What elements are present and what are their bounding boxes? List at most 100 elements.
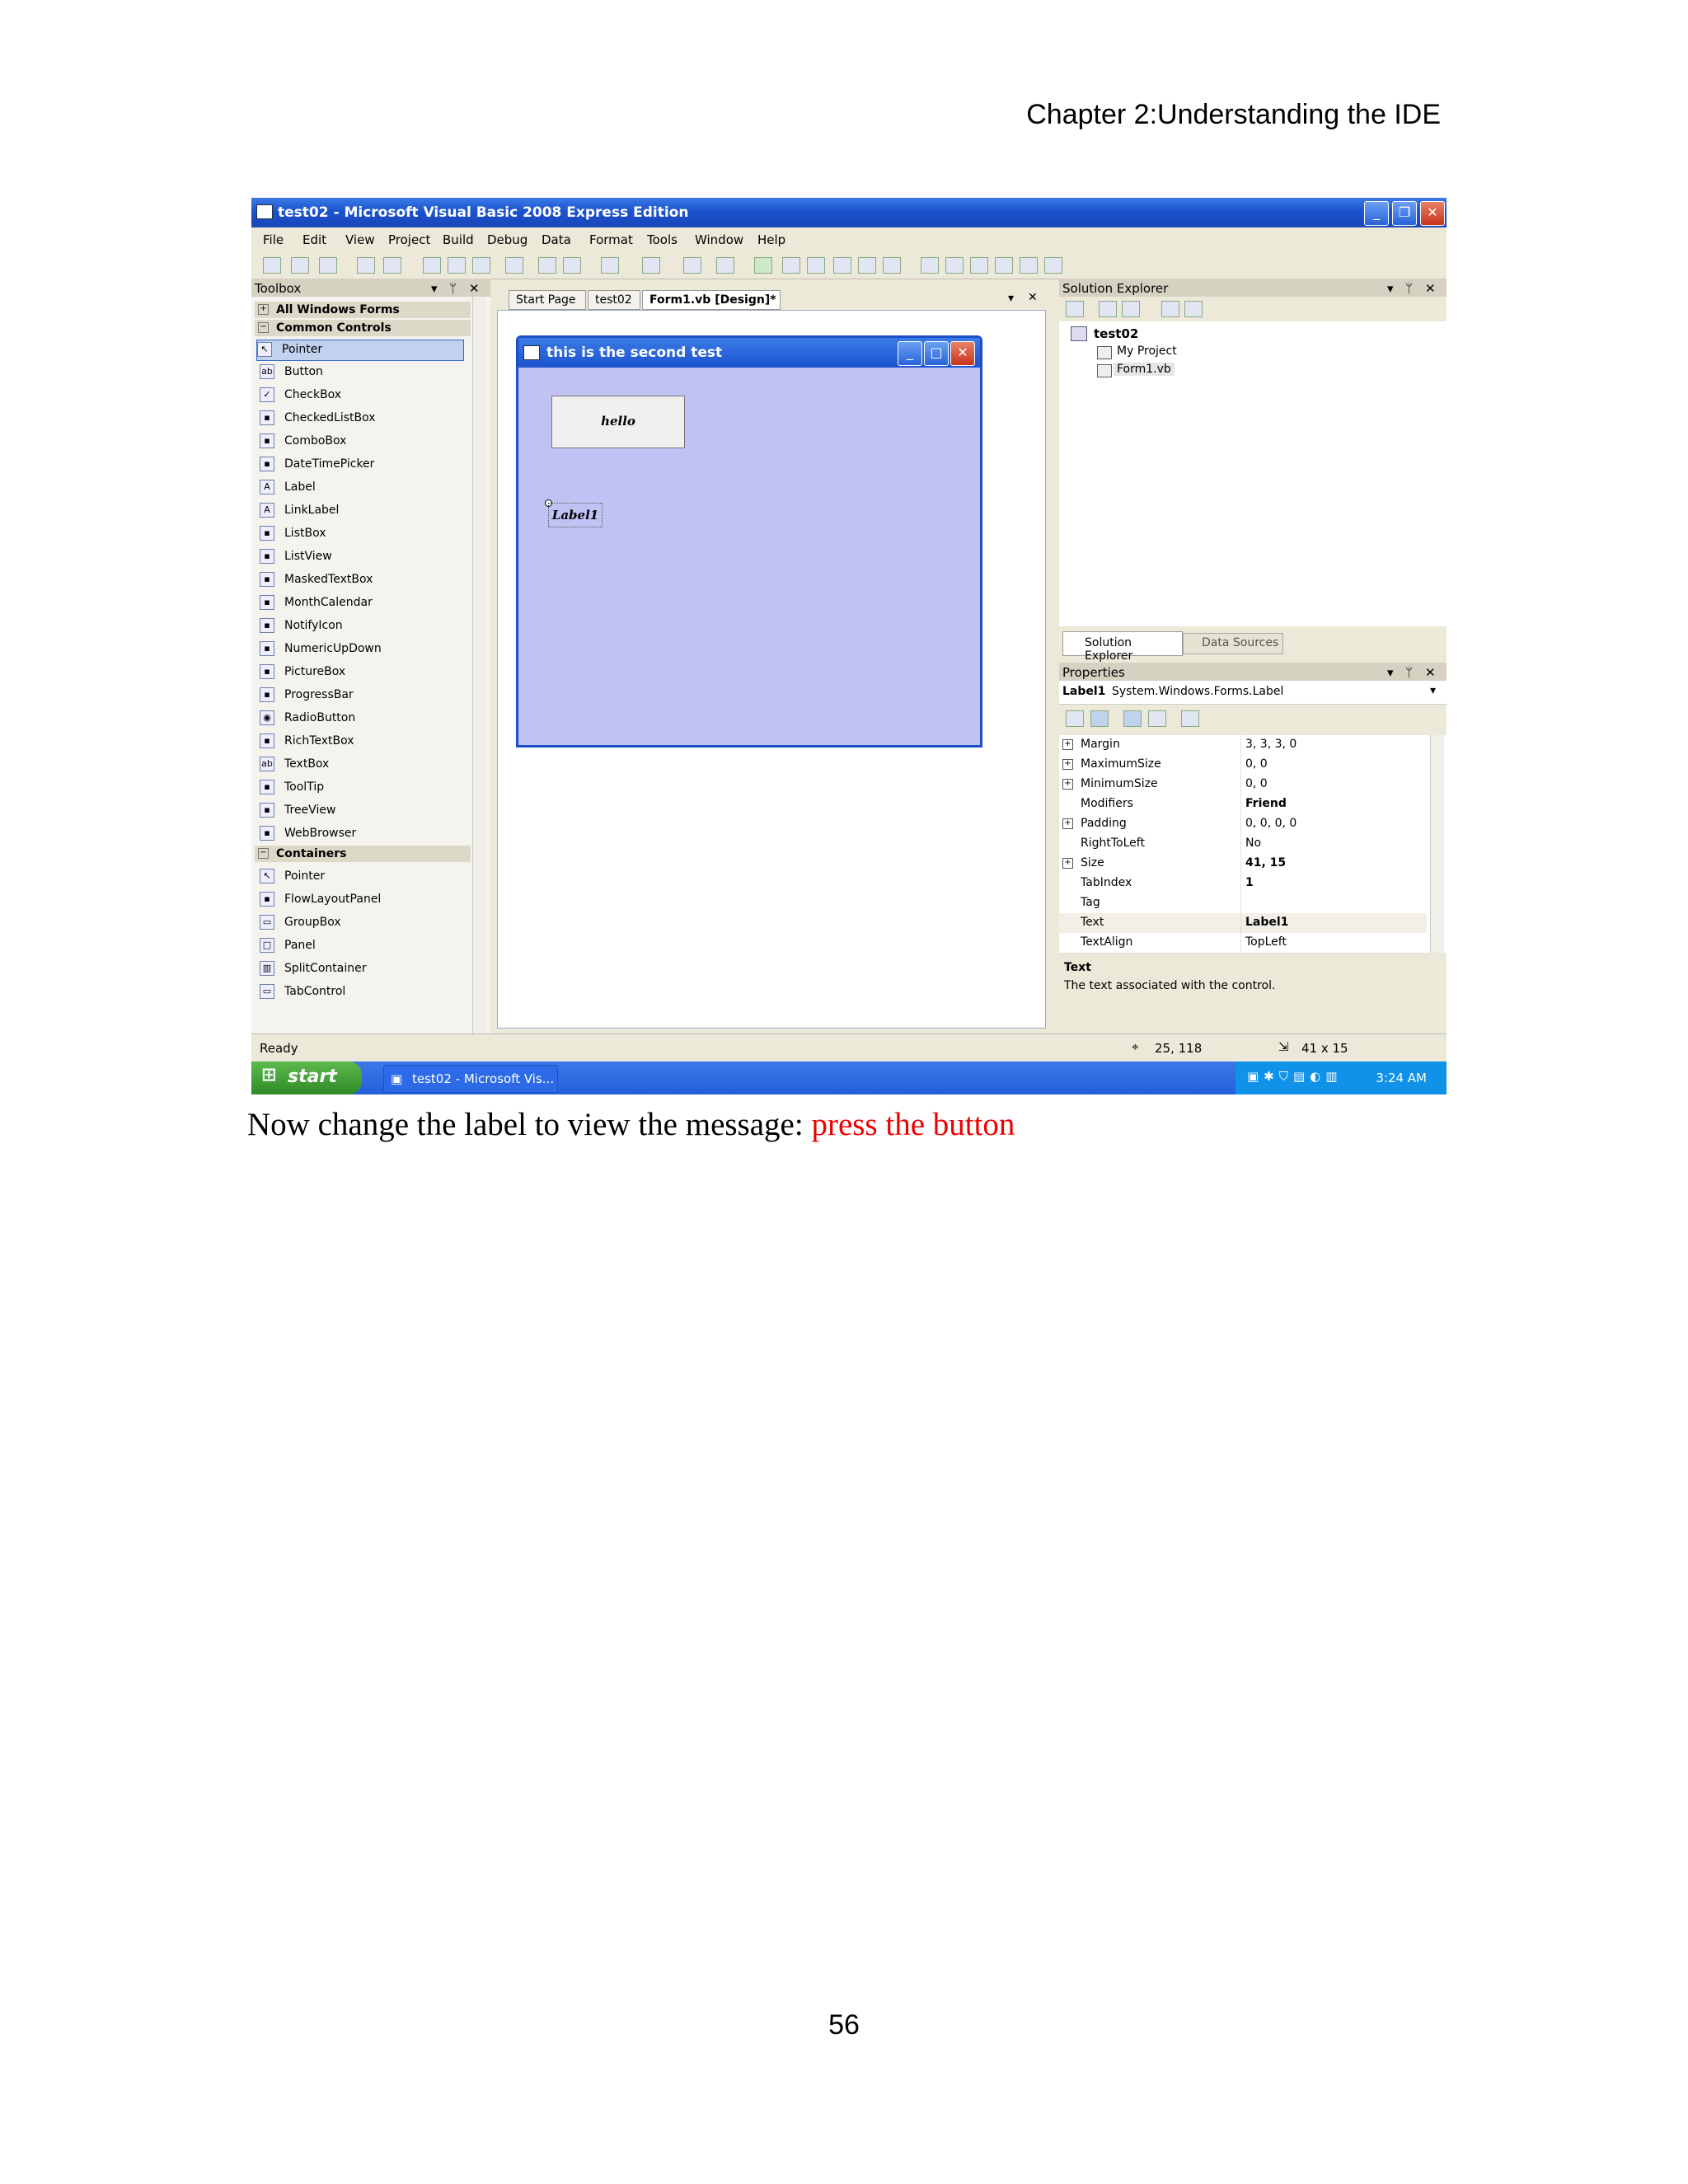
properties-close-icon[interactable]: ✕: [1425, 665, 1436, 680]
save-icon[interactable]: [357, 257, 375, 274]
property-value[interactable]: No: [1245, 837, 1261, 850]
toolbox-item-listview[interactable]: ▪ ListView: [260, 547, 466, 567]
expand-icon[interactable]: +: [1062, 739, 1073, 750]
add-item-icon[interactable]: [319, 257, 337, 274]
step-out-icon[interactable]: [883, 257, 901, 274]
paste-icon[interactable]: [472, 257, 490, 274]
properties-scrollbar[interactable]: [1430, 735, 1444, 953]
cut-icon[interactable]: [423, 257, 441, 274]
properties-view-icon[interactable]: [1123, 710, 1142, 727]
property-value[interactable]: 0, 0, 0, 0: [1245, 817, 1296, 830]
menu-data[interactable]: Data: [542, 232, 571, 247]
pause-icon[interactable]: [782, 257, 800, 274]
minimize-button[interactable]: _: [1364, 201, 1389, 226]
toolbox-item-checkedlistbox[interactable]: ▪ CheckedListBox: [260, 409, 466, 429]
toolbox-pin-icon[interactable]: ᛘ: [449, 281, 457, 296]
menu-format[interactable]: Format: [589, 232, 633, 247]
sol-show-all-icon[interactable]: [1099, 301, 1117, 317]
toolbox-item-splitcontainer[interactable]: ▥ SplitContainer: [260, 959, 466, 979]
undo-icon[interactable]: [601, 257, 619, 274]
open-icon[interactable]: [291, 257, 309, 274]
categorized-icon[interactable]: [1066, 710, 1084, 727]
events-icon[interactable]: [1148, 710, 1166, 727]
toolbox-category[interactable]: + All Windows Forms: [255, 302, 471, 318]
property-row[interactable]: + MinimumSize 0, 0: [1059, 775, 1427, 795]
sol-view-designer-icon[interactable]: [1184, 301, 1203, 317]
toolbox-category[interactable]: − Containers: [255, 846, 471, 862]
property-row[interactable]: TextAlign TopLeft: [1059, 933, 1427, 954]
solution-close-icon[interactable]: ✕: [1425, 281, 1436, 296]
toolbox-item-richtextbox[interactable]: ▪ RichTextBox: [260, 732, 466, 752]
toolbox-item-pointer[interactable]: ↖ Pointer: [256, 340, 464, 361]
tab-test02[interactable]: test02: [588, 290, 640, 310]
menu-view[interactable]: View: [345, 232, 375, 247]
tab-solution-explorer[interactable]: Solution Explorer: [1062, 631, 1183, 663]
toolbox-icon[interactable]: [995, 257, 1013, 274]
taskbar-item-vb[interactable]: ▣ test02 - Microsoft Vis...: [383, 1065, 558, 1093]
property-row[interactable]: Text Label1: [1059, 913, 1427, 934]
toolbox-item-monthcalendar[interactable]: ▪ MonthCalendar: [260, 593, 466, 613]
toolbox-item-textbox[interactable]: ab TextBox: [260, 755, 466, 775]
menu-edit[interactable]: Edit: [302, 232, 326, 247]
property-value[interactable]: 1: [1245, 876, 1254, 889]
add-project-icon[interactable]: [263, 257, 281, 274]
toolbox-item-checkbox[interactable]: ✓ CheckBox: [260, 386, 466, 405]
toolbox-dropdown-icon[interactable]: ▾: [431, 281, 438, 296]
menu-window[interactable]: Window: [695, 232, 743, 247]
navigate-icon[interactable]: [683, 257, 701, 274]
toolbox-scrollbar[interactable]: [472, 297, 486, 1033]
solution-item-form1[interactable]: Form1.vb: [1114, 363, 1175, 376]
toolbox-item-combobox[interactable]: ▪ ComboBox: [260, 432, 466, 452]
property-value[interactable]: Friend: [1245, 797, 1287, 810]
toolbox-item-tooltip[interactable]: ▪ ToolTip: [260, 778, 466, 798]
toolbox-close-icon[interactable]: ✕: [469, 281, 480, 296]
restore-button[interactable]: ❐: [1392, 201, 1417, 226]
sol-properties-icon[interactable]: [1066, 301, 1084, 317]
toolbox-item-maskedtextbox[interactable]: ▪ MaskedTextBox: [260, 570, 466, 590]
window-icon[interactable]: [716, 257, 734, 274]
step-into-icon[interactable]: [833, 257, 851, 274]
tray-icons[interactable]: ▣✱⛉▤◐▥: [1247, 1069, 1342, 1084]
toolbox-item-treeview[interactable]: ▪ TreeView: [260, 801, 466, 821]
property-value[interactable]: 41, 15: [1245, 856, 1286, 869]
toolbox-item-groupbox[interactable]: ▭ GroupBox: [260, 913, 466, 933]
stop-icon[interactable]: [807, 257, 825, 274]
collapse-icon[interactable]: −: [258, 848, 269, 859]
property-row[interactable]: TabIndex 1: [1059, 874, 1427, 894]
solution-root[interactable]: test02: [1094, 326, 1138, 341]
start-debug-icon[interactable]: [754, 257, 772, 274]
toolbox-item-progressbar[interactable]: ▪ ProgressBar: [260, 686, 466, 705]
toolbox-item-pointer[interactable]: ↖ Pointer: [260, 867, 466, 887]
toolbox-item-webbrowser[interactable]: ▪ WebBrowser: [260, 824, 466, 844]
property-row[interactable]: RightToLeft No: [1059, 834, 1427, 855]
toolbox-item-picturebox[interactable]: ▪ PictureBox: [260, 663, 466, 682]
error-list-icon[interactable]: [1020, 257, 1038, 274]
toolbox-item-tabcontrol[interactable]: ▭ TabControl: [260, 982, 466, 1002]
solution-item-my-project[interactable]: My Project: [1117, 344, 1177, 358]
toolbox-item-panel[interactable]: □ Panel: [260, 936, 466, 956]
properties-pin-icon[interactable]: ᛘ: [1405, 665, 1413, 680]
save-all-icon[interactable]: [383, 257, 401, 274]
toolbox-item-datetimepicker[interactable]: ▪ DateTimePicker: [260, 455, 466, 475]
sol-refresh-icon[interactable]: [1122, 301, 1140, 317]
solution-dropdown-icon[interactable]: ▾: [1387, 281, 1394, 296]
object-selector[interactable]: Label1 System.Windows.Forms.Label ▾: [1059, 681, 1447, 705]
find-icon[interactable]: [505, 257, 523, 274]
object-dropdown-icon[interactable]: ▾: [1430, 684, 1436, 697]
tab-start-page[interactable]: Start Page: [509, 290, 586, 310]
toolbox-item-radiobutton[interactable]: ◉ RadioButton: [260, 709, 466, 729]
object-browser-icon[interactable]: [970, 257, 988, 274]
expand-icon[interactable]: +: [1062, 759, 1073, 770]
toolbox-item-notifyicon[interactable]: ▪ NotifyIcon: [260, 616, 466, 636]
toolbox-category[interactable]: − Common Controls: [255, 320, 471, 336]
toolbox-item-listbox[interactable]: ▪ ListBox: [260, 524, 466, 544]
sol-view-code-icon[interactable]: [1161, 301, 1179, 317]
alphabetical-icon[interactable]: [1090, 710, 1109, 727]
menu-debug[interactable]: Debug: [487, 232, 528, 247]
tab-data-sources[interactable]: Data Sources: [1183, 633, 1283, 654]
start-page-icon[interactable]: [1044, 257, 1062, 274]
properties-icon[interactable]: [945, 257, 964, 274]
menu-build[interactable]: Build: [443, 232, 474, 247]
label1-control[interactable]: Label1: [548, 503, 603, 527]
toolbox-item-button[interactable]: ab Button: [260, 363, 466, 382]
